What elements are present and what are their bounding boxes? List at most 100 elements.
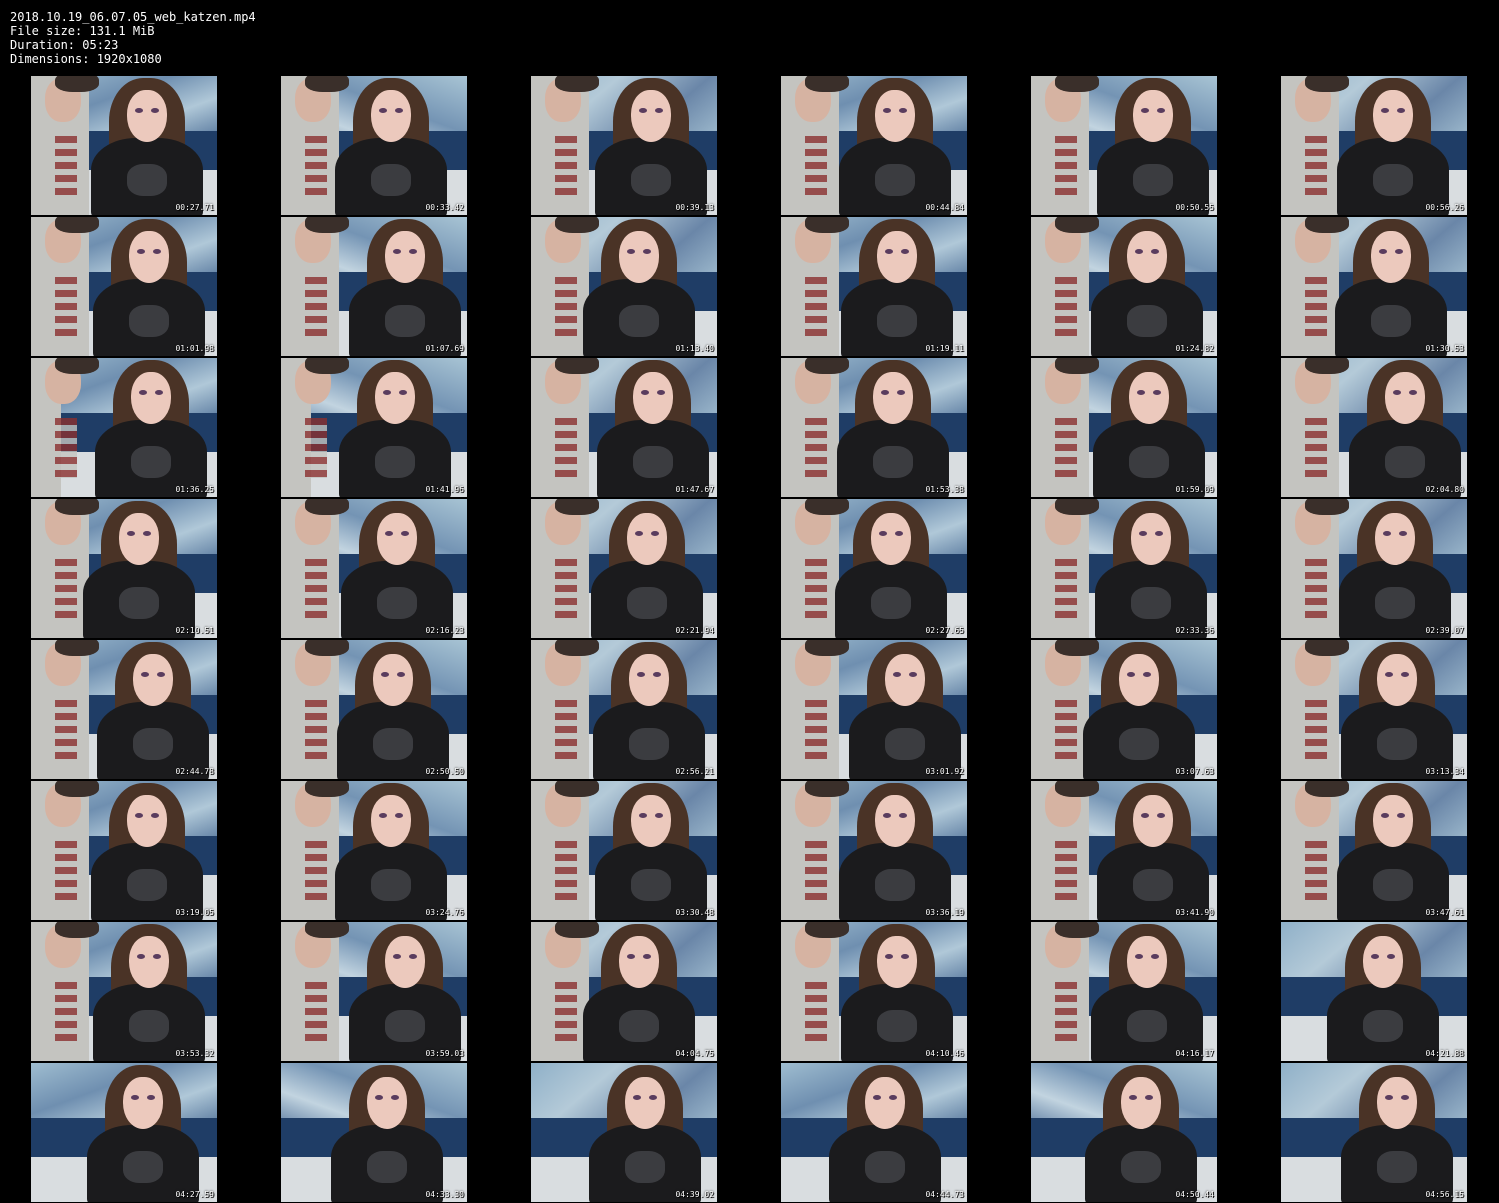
thumbnail-second-person — [1281, 76, 1349, 215]
thumbnail-second-person — [281, 640, 349, 779]
thumbnail-second-person — [1281, 499, 1349, 638]
thumbnail-subject-face — [1377, 654, 1417, 706]
video-thumbnail: 02:27.65 — [781, 499, 967, 638]
video-thumbnail: 00:50.55 — [1031, 76, 1217, 215]
video-thumbnail: 03:36.19 — [781, 781, 967, 920]
video-thumbnail: 03:59.03 — [281, 922, 467, 1061]
thumbnail-timestamp: 01:53.38 — [925, 485, 964, 494]
thumbnail-subject-face — [123, 1077, 163, 1129]
video-thumbnail: 04:33.30 — [281, 1063, 467, 1202]
thumbnail-timestamp: 02:56.21 — [675, 767, 714, 776]
video-thumbnail: 04:27.59 — [31, 1063, 217, 1202]
video-thumbnail: 00:33.42 — [281, 76, 467, 215]
thumbnail-timestamp: 01:30.53 — [1425, 344, 1464, 353]
video-thumbnail: 03:53.32 — [31, 922, 217, 1061]
thumbnail-timestamp: 03:24.76 — [425, 908, 464, 917]
thumbnail-second-person — [31, 76, 99, 215]
video-thumbnail: 03:13.34 — [1281, 640, 1467, 779]
thumbnail-subject-face — [619, 231, 659, 283]
video-thumbnail: 04:56.15 — [1281, 1063, 1467, 1202]
thumbnail-subject-shirt — [1327, 984, 1439, 1061]
video-thumbnail: 02:21.94 — [531, 499, 717, 638]
video-thumbnail: 04:44.73 — [781, 1063, 967, 1202]
video-thumbnail: 01:01.98 — [31, 217, 217, 356]
video-thumbnail: 01:59.09 — [1031, 358, 1217, 497]
thumbnail-timestamp: 00:44.84 — [925, 203, 964, 212]
thumbnail-subject-face — [119, 513, 159, 565]
file-size: File size: 131.1 MiB — [10, 24, 155, 38]
thumbnail-subject-face — [865, 1077, 905, 1129]
thumbnail-second-person — [1281, 358, 1349, 497]
video-thumbnail: 00:56.26 — [1281, 76, 1467, 215]
thumbnail-timestamp: 01:47.67 — [675, 485, 714, 494]
thumbnail-timestamp: 03:36.19 — [925, 908, 964, 917]
thumbnail-subject-face — [377, 513, 417, 565]
thumbnail-subject-face — [375, 372, 415, 424]
thumbnail-timestamp: 03:01.92 — [925, 767, 964, 776]
thumbnail-subject-face — [1133, 90, 1173, 142]
thumbnail-second-person — [1281, 640, 1349, 779]
thumbnail-subject-face — [131, 372, 171, 424]
thumbnail-timestamp: 02:04.80 — [1425, 485, 1464, 494]
thumbnail-timestamp: 01:36.25 — [175, 485, 214, 494]
thumbnail-timestamp: 01:24.82 — [1175, 344, 1214, 353]
thumbnail-timestamp: 01:19.11 — [925, 344, 964, 353]
thumbnail-second-person — [781, 358, 849, 497]
video-thumbnail: 02:33.36 — [1031, 499, 1217, 638]
thumbnail-timestamp: 03:19.05 — [175, 908, 214, 917]
video-thumbnail: 02:16.23 — [281, 499, 467, 638]
thumbnail-timestamp: 02:39.07 — [1425, 626, 1464, 635]
thumbnail-second-person — [31, 217, 99, 356]
thumbnail-timestamp: 03:13.34 — [1425, 767, 1464, 776]
thumbnail-timestamp: 04:56.15 — [1425, 1190, 1464, 1199]
video-thumbnail: 03:47.61 — [1281, 781, 1467, 920]
thumbnail-subject-face — [1119, 654, 1159, 706]
file-dimensions: Dimensions: 1920x1080 — [10, 52, 162, 66]
thumbnail-timestamp: 00:39.13 — [675, 203, 714, 212]
video-thumbnail: 03:19.05 — [31, 781, 217, 920]
thumbnail-second-person — [31, 781, 99, 920]
thumbnail-second-person — [1031, 499, 1099, 638]
thumbnail-second-person — [281, 499, 349, 638]
video-thumbnail: 04:16.17 — [1031, 922, 1217, 1061]
thumbnail-timestamp: 01:01.98 — [175, 344, 214, 353]
thumbnail-second-person — [31, 922, 99, 1061]
thumbnail-timestamp: 00:33.42 — [425, 203, 464, 212]
thumbnail-timestamp: 04:16.17 — [1175, 1049, 1214, 1058]
thumbnail-subject-face — [371, 795, 411, 847]
thumbnail-second-person — [31, 640, 99, 779]
video-thumbnail: 03:30.48 — [531, 781, 717, 920]
video-thumbnail: 02:10.51 — [31, 499, 217, 638]
video-thumbnail: 01:36.25 — [31, 358, 217, 497]
thumbnail-second-person — [1031, 922, 1099, 1061]
thumbnail-timestamp: 04:04.75 — [675, 1049, 714, 1058]
file-name: 2018.10.19_06.07.05_web_katzen.mp4 — [10, 10, 256, 24]
thumbnail-second-person — [531, 781, 599, 920]
thumbnail-subject-face — [373, 654, 413, 706]
thumbnail-second-person — [781, 499, 849, 638]
thumbnail-timestamp: 02:21.94 — [675, 626, 714, 635]
thumbnail-subject-face — [367, 1077, 407, 1129]
file-duration: Duration: 05:23 — [10, 38, 119, 52]
thumbnail-subject-face — [627, 513, 667, 565]
thumbnail-subject-face — [1131, 513, 1171, 565]
thumbnail-subject-face — [1363, 936, 1403, 988]
thumbnail-subject-face — [129, 936, 169, 988]
thumbnail-grid: 00:27.71 00:33.42 00:39.13 00:44.84 00:50.55… — [31, 76, 1468, 1203]
thumbnail-timestamp: 01:59.09 — [1175, 485, 1214, 494]
file-info-header: 2018.10.19_06.07.05_web_katzen.mp4 File … — [10, 10, 256, 66]
thumbnail-subject-face — [1371, 231, 1411, 283]
thumbnail-timestamp: 04:50.44 — [1175, 1190, 1214, 1199]
thumbnail-subject-face — [885, 654, 925, 706]
thumbnail-subject-face — [1377, 1077, 1417, 1129]
video-thumbnail: 00:44.84 — [781, 76, 967, 215]
thumbnail-subject-face — [127, 90, 167, 142]
video-thumbnail: 00:27.71 — [31, 76, 217, 215]
thumbnail-second-person — [781, 781, 849, 920]
thumbnail-subject-face — [877, 936, 917, 988]
thumbnail-timestamp: 00:27.71 — [175, 203, 214, 212]
thumbnail-subject-face — [1127, 231, 1167, 283]
video-thumbnail: 01:24.82 — [1031, 217, 1217, 356]
thumbnail-subject-face — [629, 654, 669, 706]
thumbnail-subject-face — [129, 231, 169, 283]
